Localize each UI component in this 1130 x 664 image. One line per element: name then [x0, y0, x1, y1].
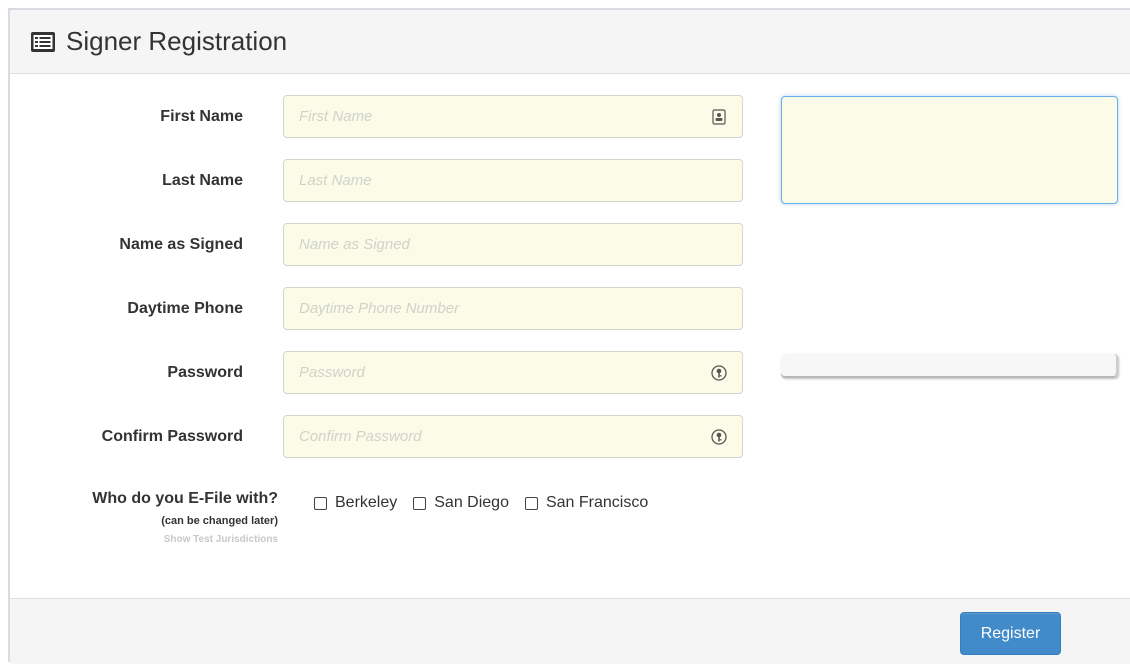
- jurisdiction-label: Berkeley: [335, 494, 398, 511]
- jurisdiction-option-berkeley[interactable]: Berkeley: [314, 494, 397, 512]
- name-as-signed-label: Name as Signed: [119, 236, 243, 253]
- registration-panel: Signer Registration First Name Last Name…: [8, 8, 1130, 664]
- field-help-box: [781, 96, 1118, 204]
- name-as-signed-input[interactable]: [283, 223, 743, 266]
- first-name-input[interactable]: [283, 95, 743, 138]
- password-key-icon[interactable]: [710, 364, 728, 382]
- jurisdiction-option-san-francisco[interactable]: San Francisco: [524, 494, 649, 512]
- page-title: Signer Registration: [66, 26, 288, 56]
- jurisdiction-checkboxes: Berkeley San Diego San Francisco: [314, 494, 664, 512]
- jurisdiction-option-san-diego[interactable]: San Diego: [413, 494, 509, 512]
- confirm-password-label: Confirm Password: [101, 428, 243, 445]
- efile-question: Who do you E-File with?: [92, 490, 278, 507]
- password-input[interactable]: [283, 351, 743, 394]
- show-test-jurisdictions-link[interactable]: Show Test Jurisdictions: [10, 532, 278, 548]
- password-strength-bar: [781, 354, 1118, 378]
- first-name-label: First Name: [160, 108, 243, 125]
- register-button[interactable]: Register: [960, 612, 1061, 655]
- password-key-icon[interactable]: [710, 428, 728, 446]
- password-label: Password: [167, 364, 243, 381]
- efile-note: (can be changed later): [161, 515, 278, 527]
- list-alt-icon: [31, 31, 55, 52]
- san-francisco-checkbox[interactable]: [524, 496, 538, 510]
- jurisdiction-label: San Diego: [434, 494, 509, 511]
- efile-label-group: Who do you E-File with? (can be changed …: [10, 488, 278, 548]
- san-diego-checkbox[interactable]: [413, 496, 427, 510]
- confirm-password-input[interactable]: [283, 415, 743, 458]
- berkeley-checkbox[interactable]: [314, 496, 327, 510]
- daytime-phone-label: Daytime Phone: [127, 300, 243, 317]
- daytime-phone-input[interactable]: [283, 287, 743, 330]
- contact-card-icon[interactable]: [710, 108, 728, 126]
- last-name-label: Last Name: [162, 172, 243, 189]
- last-name-input[interactable]: [283, 159, 743, 202]
- panel-footer: Register: [10, 598, 1130, 664]
- panel-heading: Signer Registration: [10, 10, 1130, 74]
- jurisdiction-label: San Francisco: [545, 494, 649, 511]
